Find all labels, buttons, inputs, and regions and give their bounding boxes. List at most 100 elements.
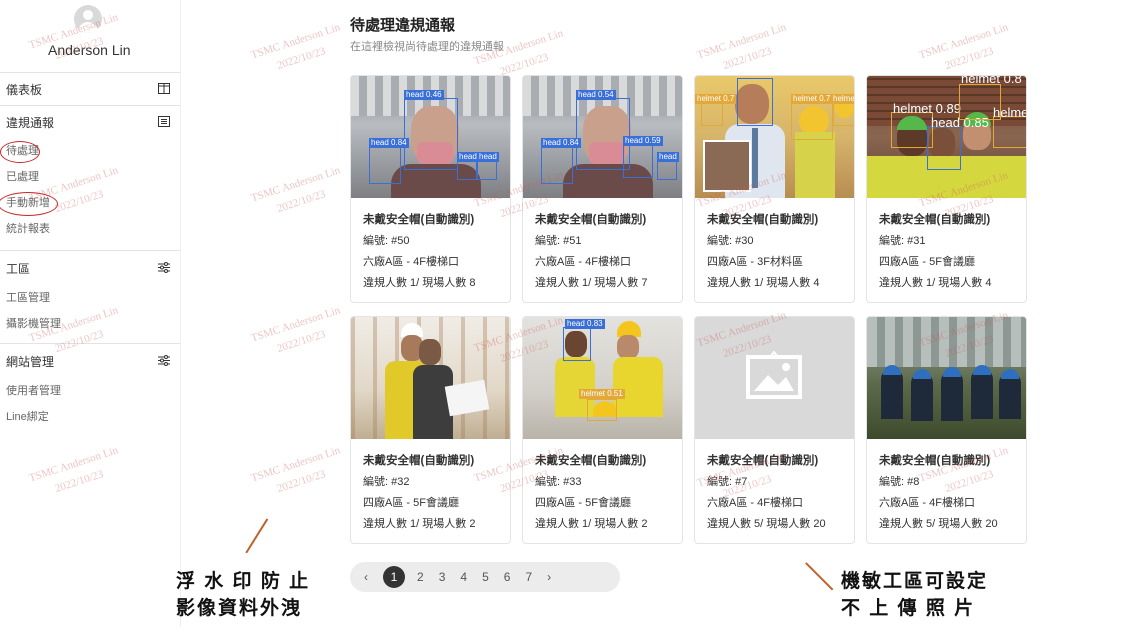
sidebar-item-pending[interactable]: 待處理 xyxy=(0,138,180,164)
annotation-arrow xyxy=(805,562,834,591)
report-card[interactable]: helmet 0.89 head 0.85 helmet 0.8 helme 未… xyxy=(866,75,1027,303)
card-location: 六廠A區 - 4F樓梯口 xyxy=(535,256,631,268)
watermark: TSMC Anderson Lin 2022/10/23 xyxy=(249,164,342,216)
watermark: TSMC Anderson Lin 2022/10/23 xyxy=(695,21,788,73)
detection-label: helmet 0.51 xyxy=(579,389,625,399)
sidebar-item-statistics[interactable]: 統計報表 xyxy=(0,216,180,242)
card-title: 未戴安全帽(自動識別) xyxy=(363,455,475,467)
report-card[interactable]: 未戴安全帽(自動識別) 編號: #7 六廠A區 - 4F樓梯口 違規人數 5/ … xyxy=(694,316,855,544)
sidebar-item-label: 儀表板 xyxy=(6,82,43,97)
page-button-7[interactable]: 7 xyxy=(525,570,532,584)
card-location: 四廠A區 - 5F會議廳 xyxy=(535,497,631,509)
card-counts: 違規人數 5/ 現場人數 20 xyxy=(707,518,826,530)
detection-label: head xyxy=(457,152,479,162)
page-button-1[interactable]: 1 xyxy=(383,566,405,588)
detection-label: head 0.46 xyxy=(404,90,444,100)
card-counts: 違規人數 1/ 現場人數 2 xyxy=(535,518,648,530)
card-counts: 違規人數 1/ 現場人數 4 xyxy=(707,277,820,289)
card-counts: 違規人數 5/ 現場人數 20 xyxy=(879,518,998,530)
card-title: 未戴安全帽(自動識別) xyxy=(363,214,475,226)
detection-label: helmet 0.7 xyxy=(791,94,833,104)
card-location: 四廠A區 - 5F會議廳 xyxy=(363,497,459,509)
report-card[interactable]: head 0.83 helmet 0.51 未戴安全帽(自動識別) 編號: #3… xyxy=(522,316,683,544)
annotation-watermark-note: 浮 水 印 防 止 影像資料外洩 xyxy=(176,571,311,619)
section-violations: 違規通報 待處理 已處理 手動新增 統計報表 xyxy=(0,106,180,251)
card-id: 編號: #31 xyxy=(879,235,926,247)
annotation-sensitive-area-note: 機敏工區可設定 不 上 傳 照 片 xyxy=(841,571,989,619)
section-dashboard: 儀表板 xyxy=(0,73,180,106)
sliders-icon xyxy=(158,354,170,369)
card-title: 未戴安全帽(自動識別) xyxy=(879,214,991,226)
detection-label: head 0.83 xyxy=(565,319,605,329)
card-counts: 違規人數 1/ 現場人數 4 xyxy=(879,277,992,289)
report-card[interactable]: head 0.54 head 0.84 head 0.59 head 未戴安全帽… xyxy=(522,75,683,303)
sidebar-item-manual-add[interactable]: 手動新增 xyxy=(0,190,180,216)
pagination: ‹ 1 2 3 4 5 6 7 › xyxy=(350,562,620,592)
image-placeholder xyxy=(695,317,854,439)
section-site-admin: 網站管理 使用者管理 Line綁定 xyxy=(0,344,180,430)
prev-page-button[interactable]: ‹ xyxy=(364,570,368,584)
image-placeholder-icon xyxy=(746,350,802,401)
card-location: 四廠A區 - 5F會議廳 xyxy=(879,256,975,268)
page-subtitle: 在這裡檢視尚待處理的違規通報 xyxy=(350,41,504,53)
avatar[interactable] xyxy=(74,5,102,33)
sidebar-item-user-manage[interactable]: 使用者管理 xyxy=(0,378,180,404)
report-photo: head 0.46 head 0.84 head head xyxy=(351,76,510,198)
sidebar-item-worksite[interactable]: 工區 xyxy=(0,251,180,285)
card-location: 六廠A區 - 4F樓梯口 xyxy=(363,256,459,268)
sidebar-item-label: 違規通報 xyxy=(6,115,55,130)
sidebar-item-dashboard[interactable]: 儀表板 xyxy=(0,73,180,105)
detection-label: head xyxy=(657,152,679,162)
page-button-4[interactable]: 4 xyxy=(460,570,467,584)
report-card[interactable]: 未戴安全帽(自動識別) 編號: #32 四廠A區 - 5F會議廳 違規人數 1/… xyxy=(350,316,511,544)
columns-icon xyxy=(158,82,170,97)
card-counts: 違規人數 1/ 現場人數 2 xyxy=(363,518,476,530)
page-button-6[interactable]: 6 xyxy=(504,570,511,584)
highlight-circle xyxy=(0,141,40,163)
watermark: TSMC Anderson Lin 2022/10/23 xyxy=(249,21,342,73)
section-worksite: 工區 工區管理 攝影機管理 xyxy=(0,251,180,344)
card-title: 未戴安全帽(自動識別) xyxy=(707,455,819,467)
detection-label: helme xyxy=(993,105,1026,120)
detection-label: head 0.59 xyxy=(623,136,663,146)
sidebar-item-label: 工區 xyxy=(6,261,31,276)
detection-label: head 0.84 xyxy=(369,138,409,148)
detection-label: head 0.54 xyxy=(576,90,616,100)
page-button-3[interactable]: 3 xyxy=(439,570,446,584)
card-title: 未戴安全帽(自動識別) xyxy=(535,455,647,467)
report-card[interactable]: 未戴安全帽(自動識別) 編號: #8 六廠A區 - 4F樓梯口 違規人數 5/ … xyxy=(866,316,1027,544)
sidebar: Anderson Lin 儀表板 違規通報 待處理 已處理 手動新增 統計報表 xyxy=(0,0,181,627)
report-card[interactable]: helmet 0.7 helmet 0.7 helmet 未戴安全帽(自動識別)… xyxy=(694,75,855,303)
sidebar-item-site-admin[interactable]: 網站管理 xyxy=(0,344,180,378)
page-button-5[interactable]: 5 xyxy=(482,570,489,584)
watermark: TSMC Anderson Lin 2022/10/23 xyxy=(249,444,342,496)
page-title: 待處理違規通報 xyxy=(350,17,456,34)
card-counts: 違規人數 1/ 現場人數 8 xyxy=(363,277,476,289)
report-photo: helmet 0.7 helmet 0.7 helmet xyxy=(695,76,854,198)
report-card[interactable]: head 0.46 head 0.84 head head 未戴安全帽(自動識別… xyxy=(350,75,511,303)
watermark: TSMC Anderson Lin 2022/10/23 xyxy=(917,21,1010,73)
user-name: Anderson Lin xyxy=(48,42,131,58)
sidebar-item-camera-manage[interactable]: 攝影機管理 xyxy=(0,311,180,337)
sidebar-item-processed[interactable]: 已處理 xyxy=(0,164,180,190)
sliders-icon xyxy=(158,261,170,276)
card-title: 未戴安全帽(自動識別) xyxy=(707,214,819,226)
list-icon xyxy=(158,115,170,130)
sidebar-item-worksite-manage[interactable]: 工區管理 xyxy=(0,285,180,311)
card-location: 四廠A區 - 3F材料區 xyxy=(707,256,803,268)
sidebar-item-line-binding[interactable]: Line綁定 xyxy=(0,404,180,430)
sidebar-item-label: 網站管理 xyxy=(6,354,55,369)
page-button-2[interactable]: 2 xyxy=(417,570,424,584)
card-id: 編號: #8 xyxy=(879,476,920,488)
report-photo xyxy=(867,317,1026,439)
card-counts: 違規人數 1/ 現場人數 7 xyxy=(535,277,648,289)
card-title: 未戴安全帽(自動識別) xyxy=(879,455,991,467)
card-id: 編號: #7 xyxy=(707,476,748,488)
detection-label: helmet 0.89 xyxy=(893,101,961,116)
annotation-arrow xyxy=(245,518,268,554)
card-location: 六廠A區 - 4F樓梯口 xyxy=(707,497,803,509)
detection-label: head xyxy=(477,152,499,162)
detection-label: head 0.84 xyxy=(541,138,581,148)
sidebar-item-violations[interactable]: 違規通報 xyxy=(0,106,180,138)
next-page-button[interactable]: › xyxy=(547,570,551,584)
